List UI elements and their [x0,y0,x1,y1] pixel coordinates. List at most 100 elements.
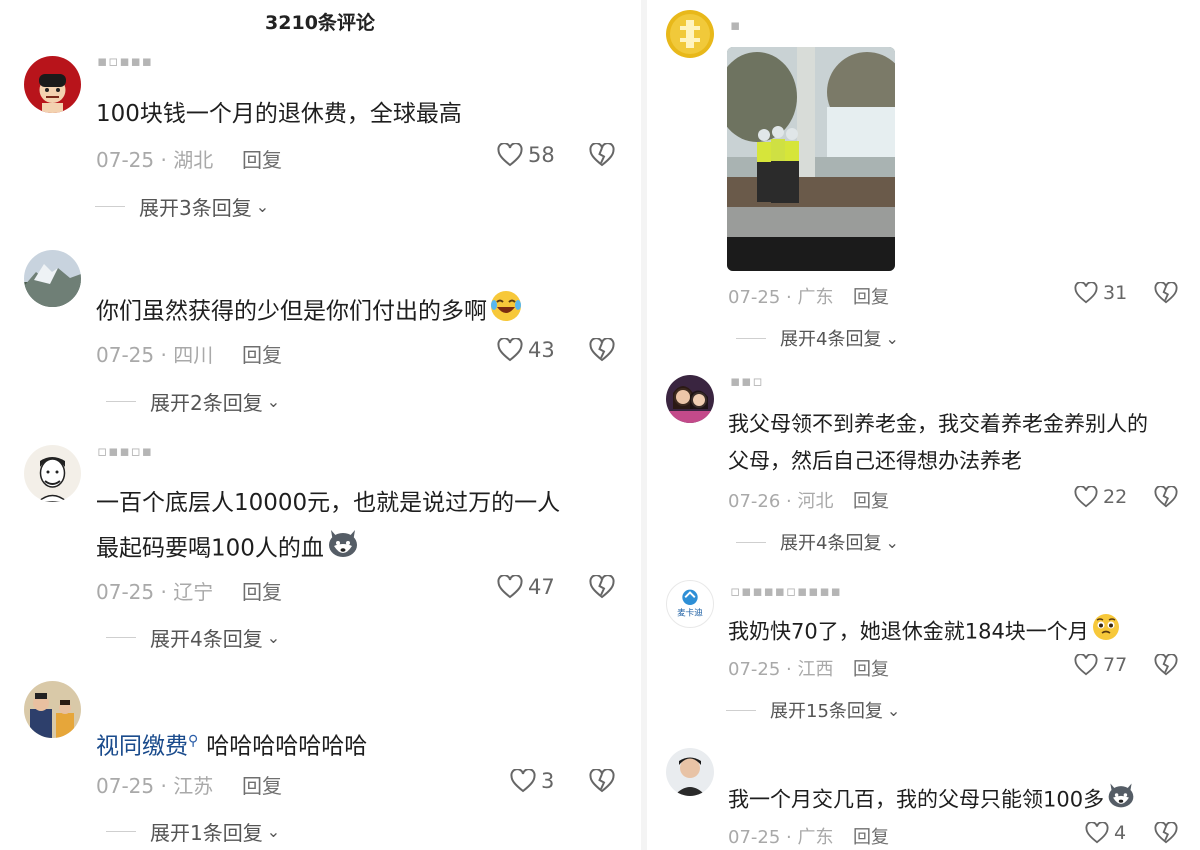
comment-text-content: 我奶快70了，她退休金就184块一个月 [728,619,1089,644]
screen: 3210条评论 ▪▫▪▪▪ 100块钱一个月的退休费，全球最高 07-25 · … [0,0,1200,850]
comment-meta: 07-25 · 江西 [728,655,833,681]
comment-date: 07-25 [96,774,155,798]
column-divider [641,0,647,850]
like-count: 4 [1114,822,1127,844]
expand-line [106,637,136,638]
reply-button[interactable]: 回复 [242,770,282,799]
dislike-button[interactable] [589,769,615,793]
dislike-button[interactable] [589,338,615,362]
dislike-button[interactable] [1154,822,1178,844]
expand-replies-button[interactable]: 展开4条回复 ⌄ [736,529,899,555]
comment-text-content: 哈哈哈哈哈哈哈 [206,733,368,760]
reply-button[interactable]: 回复 [242,339,282,368]
reply-button[interactable]: 回复 [853,823,889,849]
reply-button[interactable]: 回复 [853,283,889,309]
reply-button[interactable]: 回复 [853,487,889,513]
like-button[interactable]: 4 [1085,822,1126,844]
reply-button[interactable]: 回复 [853,655,889,681]
avatar[interactable]: 麦卡迪 [666,580,714,628]
comment-date: 07-25 [96,148,155,172]
expand-label: 展开4条回复 [780,533,882,554]
dislike-button[interactable] [1154,282,1178,304]
comment-region: 广东 [797,287,834,308]
pleading-face-emoji [1091,612,1121,653]
comment-text-line-1: 我父母领不到养老金，我交着养老金养别人的 [728,412,1148,436]
dislike-button[interactable] [589,143,615,167]
meta-separator: · [154,148,174,172]
username-cut: ▪▫▪▪▪ [97,58,153,68]
comment-meta: 07-25 · 辽宁 [96,576,213,605]
like-button[interactable]: 47 [497,575,555,599]
broken-heart-icon [589,575,615,599]
heart-outline-icon [497,143,523,167]
expand-replies-button[interactable]: 展开15条回复 ⌄ [726,697,900,723]
dislike-button[interactable] [1154,486,1178,508]
comment-region: 江西 [797,659,834,680]
reply-button[interactable]: 回复 [242,576,282,605]
chevron-down-icon: ⌄ [266,392,281,411]
heart-outline-icon [1085,822,1109,844]
like-count: 31 [1103,282,1128,304]
avatar[interactable] [666,10,714,58]
avatar[interactable] [666,375,714,423]
like-button[interactable]: 58 [497,143,555,167]
comment-text-content: 我一个月交几百，我的父母只能领100多 [728,787,1105,812]
dislike-button[interactable] [1154,654,1178,676]
comments-panel-right: ▪ 07-25 · 广东 回复 31 展开4条回复 ⌄ ▪▪▫ 我父母领不到养老… [648,0,1200,850]
like-button[interactable]: 22 [1074,486,1127,508]
avatar[interactable] [24,250,81,307]
like-button[interactable]: 3 [510,769,554,793]
broken-heart-icon [589,769,615,793]
reply-button[interactable]: 回复 [242,144,282,173]
username-cut: ▫▪▪▫▪ [97,448,153,458]
chevron-down-icon: ⌄ [886,700,901,720]
comment-count-title: 3210条评论 [265,12,375,34]
comment-text-line-2: 父母，然后自己还得想办法养老 [728,449,1022,473]
dislike-button[interactable] [589,575,615,599]
comment-region: 辽宁 [173,580,214,604]
avatar-brand-text: 麦卡迪 [677,607,703,619]
chevron-down-icon: ⌄ [885,328,899,348]
like-count: 43 [528,338,555,362]
comment-meta: 07-25 · 广东 [728,283,833,309]
expand-replies-button[interactable]: 展开2条回复 ⌄ [106,387,280,416]
expand-line [106,831,136,832]
comment-text: 我奶快70了，她退休金就184块一个月 [728,612,1121,653]
like-count: 58 [528,143,555,167]
comments-panel-left: 3210条评论 ▪▫▪▪▪ 100块钱一个月的退休费，全球最高 07-25 · … [0,0,640,850]
comment-photo[interactable] [727,47,895,271]
expand-replies-button[interactable]: 展开4条回复 ⌄ [106,623,280,652]
like-count: 3 [541,769,555,793]
husky-emoji [326,526,360,572]
like-count: 47 [528,575,555,599]
expand-line [95,206,125,207]
comment-meta: 07-25 · 江苏 [96,770,213,799]
comment-meta: 07-25 · 广东 [728,823,833,849]
avatar[interactable] [666,748,714,796]
expand-label: 展开4条回复 [780,329,882,350]
avatar[interactable] [24,681,81,738]
broken-heart-icon [589,338,615,362]
expand-line [106,401,136,402]
comment-date: 07-25 [728,287,781,308]
heart-outline-icon [1074,282,1098,304]
like-button[interactable]: 31 [1074,282,1127,304]
expand-replies-button[interactable]: 展开1条回复 ⌄ [106,817,280,846]
expand-replies-button[interactable]: 展开3条回复 ⌄ [95,192,269,221]
avatar[interactable] [24,445,81,502]
username-cut: ▪▪▫ [730,378,764,388]
comment-region: 广东 [797,827,834,848]
husky-emoji [1106,780,1136,821]
like-button[interactable]: 43 [497,338,555,362]
meta-separator: · [780,491,798,512]
comment-text: 你们虽然获得的少但是你们付出的多啊 [96,289,523,335]
broken-heart-icon [589,143,615,167]
like-button[interactable]: 77 [1074,654,1127,676]
comment-text: 100块钱一个月的退休费，全球最高 [96,101,462,127]
avatar[interactable] [24,56,81,113]
expand-replies-button[interactable]: 展开4条回复 ⌄ [736,325,899,351]
comment-date: 07-25 [96,343,155,367]
like-count: 77 [1103,654,1128,676]
search-keyword-link[interactable]: 视同缴费 [96,734,188,760]
expand-label: 展开2条回复 [150,391,263,415]
